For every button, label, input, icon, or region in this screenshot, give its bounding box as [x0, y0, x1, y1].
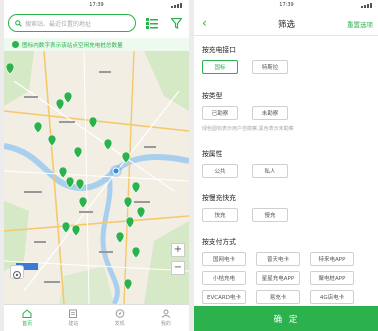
tab-discover[interactable]: 发现	[97, 305, 143, 331]
search-input[interactable]: 搜索站、最近位置的地址	[8, 14, 136, 32]
option-group: 公共 私人	[202, 164, 371, 178]
section-title: 按支付方式	[202, 238, 236, 246]
map-screen: 17:39 搜索站、最近位置的地址 图标内数字表示该站点空闲充电桩总数量 + −…	[4, 0, 189, 331]
tab-home-label: 首页	[22, 321, 33, 327]
option-payment[interactable]: 特来电APP	[310, 252, 354, 266]
page-title: 筛选	[277, 19, 295, 30]
status-bar: 17:39	[194, 0, 378, 10]
section-charge-speed: 按慢充快充 快充 慢充	[202, 192, 371, 222]
tab-home[interactable]: 首页	[4, 305, 50, 331]
section-type: 按类型 已勘察 未勘察 绿色圆标表示用户自勘察,黑色表示未勘察	[202, 90, 371, 132]
type-hint: 绿色圆标表示用户自勘察,黑色表示未勘察	[202, 126, 294, 132]
filter-screen: 17:39 ‹ 筛选 重置选项 按充电接口 国标 特斯拉 按类型 已勘察 未勘察…	[194, 0, 378, 331]
list-view-button[interactable]	[144, 15, 160, 31]
locate-icon	[13, 271, 21, 279]
list-icon	[146, 17, 158, 29]
section-attribute: 按属性 公共 私人	[202, 148, 371, 178]
status-time: 17:39	[89, 2, 104, 8]
search-placeholder: 搜索站、最近位置的地址	[25, 20, 92, 28]
option-slow[interactable]: 慢充	[252, 208, 288, 222]
back-button[interactable]: ‹	[202, 16, 207, 30]
status-bar: 17:39	[4, 0, 189, 10]
option-group: 快充 慢充	[202, 208, 371, 222]
tab-build-label: 建站	[68, 321, 79, 327]
zoom-out-button[interactable]: −	[171, 261, 185, 275]
bottom-tab-bar: 首页 建站 发现 我的	[4, 304, 189, 331]
info-icon	[12, 41, 19, 48]
signal-icon	[171, 2, 185, 8]
build-icon	[69, 309, 78, 318]
tab-build[interactable]: 建站	[50, 305, 96, 331]
option-fast[interactable]: 快充	[202, 208, 238, 222]
tab-profile-label: 我的	[160, 321, 171, 327]
option-unsurveyed[interactable]: 未勘察	[252, 106, 288, 120]
filter-icon	[170, 17, 182, 29]
option-group: 国网电卡 普天电卡 特来电APP 小桔充电 星星充电APP 聚电桩APP EVC…	[202, 252, 371, 304]
option-tesla[interactable]: 特斯拉	[252, 60, 288, 74]
option-payment[interactable]: 星星充电APP	[256, 271, 300, 285]
status-time: 17:39	[279, 2, 294, 8]
filter-button[interactable]	[168, 15, 184, 31]
search-icon	[15, 19, 22, 27]
signal-icon	[361, 2, 375, 8]
option-payment[interactable]: 普天电卡	[256, 252, 300, 266]
option-payment[interactable]: 4G店电卡	[310, 290, 354, 304]
section-title: 按慢充快充	[202, 194, 236, 202]
search-row: 搜索站、最近位置的地址	[8, 12, 185, 34]
option-private[interactable]: 私人	[252, 164, 288, 178]
option-payment[interactable]: 小桔充电	[202, 271, 246, 285]
section-connector: 按充电接口 国标 特斯拉	[202, 44, 371, 74]
locate-me-button[interactable]	[10, 265, 24, 279]
option-payment[interactable]: 易充卡	[256, 290, 300, 304]
section-title: 按类型	[202, 92, 223, 100]
tab-profile[interactable]: 我的	[143, 305, 189, 331]
option-payment[interactable]: 聚电桩APP	[310, 271, 354, 285]
option-public[interactable]: 公共	[202, 164, 238, 178]
home-icon	[22, 309, 32, 318]
notice-text: 图标内数字表示该站点空闲充电桩总数量	[22, 42, 123, 49]
option-surveyed[interactable]: 已勘察	[202, 106, 238, 120]
section-payment: 按支付方式 国网电卡 普天电卡 特来电APP 小桔充电 星星充电APP 聚电桩A…	[202, 236, 371, 304]
profile-icon	[161, 309, 171, 318]
map-canvas	[4, 51, 189, 304]
reset-options-button[interactable]: 重置选项	[347, 19, 373, 29]
zoom-in-button[interactable]: +	[171, 243, 185, 257]
tab-discover-label: 发现	[114, 321, 125, 327]
discover-icon	[115, 309, 124, 318]
notice-bar: 图标内数字表示该站点空闲充电桩总数量	[4, 38, 189, 51]
confirm-button[interactable]: 确 定	[194, 306, 378, 331]
option-group: 已勘察 未勘察	[202, 106, 371, 120]
nav-bar: ‹ 筛选 重置选项	[194, 12, 378, 36]
map-view[interactable]: + −	[4, 51, 189, 304]
option-payment[interactable]: EVCARD电卡	[202, 290, 246, 304]
section-title: 按属性	[202, 150, 223, 158]
option-group: 国标 特斯拉	[202, 60, 371, 74]
option-payment[interactable]: 国网电卡	[202, 252, 246, 266]
option-gb[interactable]: 国标	[202, 60, 238, 74]
section-title: 按充电接口	[202, 46, 236, 54]
